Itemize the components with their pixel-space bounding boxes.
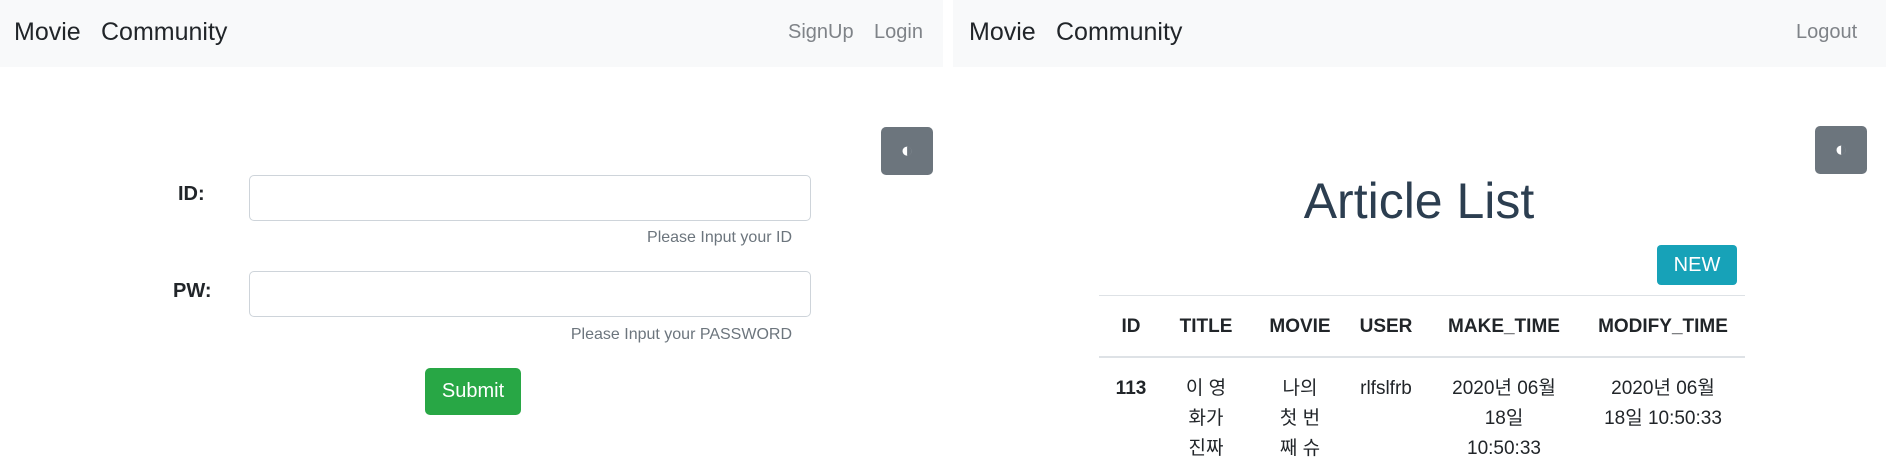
password-help-text: Please Input your PASSWORD xyxy=(570,326,792,343)
navbar: Movie Community Logout xyxy=(953,0,1886,67)
theme-toggle-button[interactable]: ◐ xyxy=(1815,126,1867,174)
th-id: ID xyxy=(1121,316,1141,337)
cell-id: 113 xyxy=(1115,378,1147,399)
navbar: Movie Community SignUp Login xyxy=(0,0,943,67)
cell-modify-time: 2020년 06월 18일 10:50:33 xyxy=(1604,378,1722,429)
th-user: USER xyxy=(1359,316,1413,337)
contrast-icon: ◐ xyxy=(900,139,914,162)
id-input[interactable] xyxy=(249,175,811,221)
page-title: Article List xyxy=(1303,173,1535,229)
nav-brand-movie[interactable]: Movie xyxy=(969,18,1036,47)
id-label: ID: xyxy=(178,183,205,205)
submit-button[interactable]: Submit xyxy=(425,368,521,415)
nav-signup-link[interactable]: SignUp xyxy=(788,21,854,44)
th-modify-time: MODIFY_TIME xyxy=(1598,316,1728,337)
cell-movie: 나의 첫 번 째 슈 xyxy=(1279,378,1321,459)
theme-toggle-button[interactable]: ◐ xyxy=(881,127,933,175)
th-movie: MOVIE xyxy=(1269,316,1331,337)
nav-logout-link[interactable]: Logout xyxy=(1796,21,1857,44)
pw-label: PW: xyxy=(173,280,212,302)
th-title: TITLE xyxy=(1179,316,1233,337)
login-page: Movie Community SignUp Login ◐ ID: Pleas… xyxy=(0,0,943,465)
cell-title[interactable]: 이 영 화가 진짜 xyxy=(1170,374,1242,464)
password-input[interactable] xyxy=(249,271,811,317)
contrast-icon: ◐ xyxy=(1834,138,1848,161)
nav-login-link[interactable]: Login xyxy=(874,21,923,44)
cell-user: rlfslfrb xyxy=(1360,378,1412,399)
id-help-text: Please Input your ID xyxy=(647,229,792,246)
nav-community-link[interactable]: Community xyxy=(101,18,227,47)
new-article-button[interactable]: NEW xyxy=(1657,245,1737,285)
cell-make-time: 2020년 06월 18일 10:50:33 xyxy=(1452,378,1556,459)
nav-community-link[interactable]: Community xyxy=(1056,18,1182,47)
table-header-border xyxy=(1099,356,1745,358)
table-top-border xyxy=(1099,295,1745,296)
th-make-time: MAKE_TIME xyxy=(1448,316,1560,337)
nav-brand-movie[interactable]: Movie xyxy=(14,18,81,47)
